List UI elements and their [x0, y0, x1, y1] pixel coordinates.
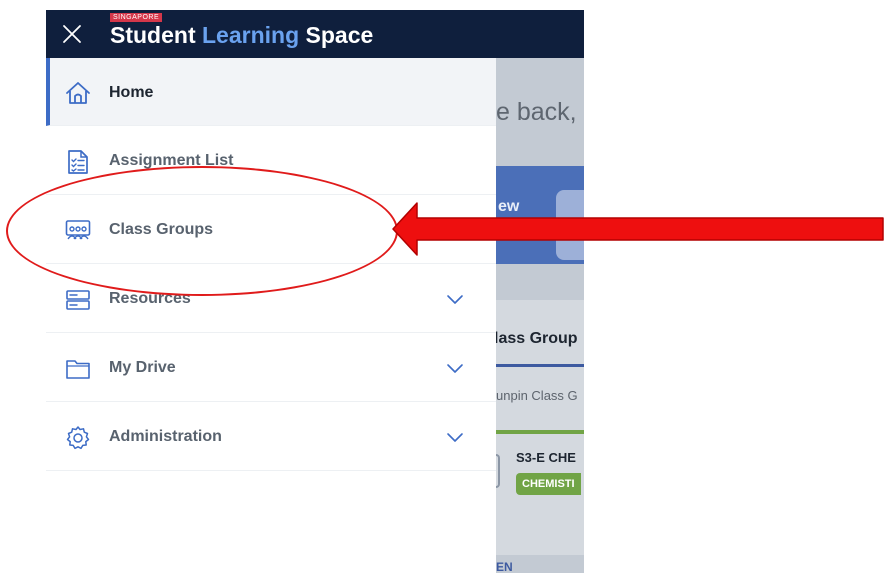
chevron-down-icon[interactable]	[446, 431, 464, 443]
bottom-link: EN	[496, 560, 513, 573]
close-drawer-button[interactable]	[60, 22, 84, 46]
pointer-arrow-icon	[392, 202, 884, 256]
nav-label-home: Home	[109, 84, 154, 101]
subject-badge: CHEMISTI	[516, 473, 581, 495]
class-group-subtitle: unpin Class G	[496, 388, 578, 403]
highlight-ellipse	[6, 166, 398, 296]
class-group-title: lass Group	[494, 330, 578, 347]
navigation-drawer: Home Assignment List Class Groups Resour…	[46, 58, 496, 573]
close-icon	[63, 25, 81, 43]
brand-country-tag: SINGAPORE	[110, 13, 163, 22]
nav-item-my-drive[interactable]: My Drive	[46, 334, 496, 402]
class-card-accent	[496, 430, 584, 434]
folder-icon	[66, 360, 90, 379]
nav-item-administration[interactable]: Administration	[46, 403, 496, 471]
assignment-list-icon	[68, 150, 88, 174]
brand-word-learning: Learning	[202, 22, 300, 48]
brand-word-space: Space	[305, 22, 374, 48]
resources-icon	[66, 290, 90, 310]
welcome-heading: e back,	[496, 98, 577, 126]
nav-label-my-drive: My Drive	[109, 359, 176, 376]
gear-icon	[66, 426, 90, 450]
chevron-down-icon[interactable]	[446, 293, 464, 305]
class-name: S3-E CHE	[516, 450, 576, 465]
chevron-down-icon[interactable]	[446, 362, 464, 374]
home-icon	[66, 82, 90, 104]
nav-label-administration: Administration	[109, 428, 222, 445]
brand-logo[interactable]: Student Learning Space	[110, 22, 373, 49]
nav-item-home[interactable]: Home	[46, 58, 496, 126]
class-group-title-underline	[496, 364, 584, 367]
app-window: e back, ew lass Group unpin Class G S3-E…	[46, 10, 584, 573]
brand-word-student: Student	[110, 22, 196, 48]
app-header: SINGAPORE Student Learning Space	[46, 10, 584, 58]
